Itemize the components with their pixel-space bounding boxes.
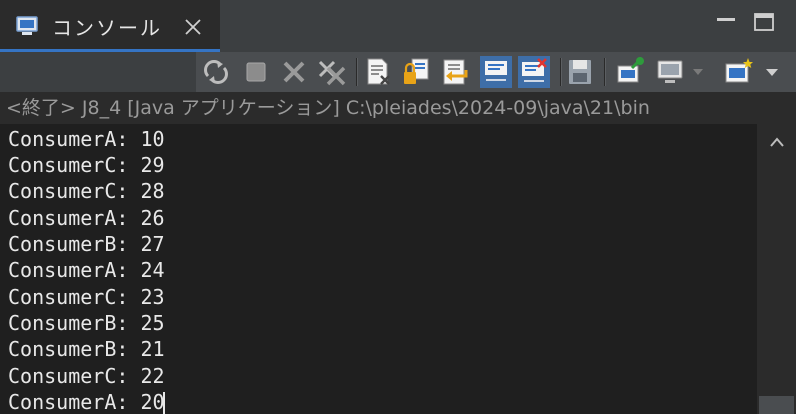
- text-caret: [163, 392, 165, 414]
- toolbar-separator: [560, 58, 562, 86]
- maximize-icon[interactable]: [752, 10, 776, 34]
- word-wrap-icon[interactable]: [440, 56, 472, 88]
- console-output[interactable]: ConsumerA: 10 ConsumerC: 29 ConsumerC: 2…: [0, 124, 757, 414]
- save-output-icon[interactable]: [564, 56, 596, 88]
- pin-sync-icon[interactable]: [200, 56, 232, 88]
- clear-console-icon[interactable]: [362, 56, 394, 88]
- toolbar-separator: [604, 58, 606, 86]
- chevron-up-icon[interactable]: [769, 136, 785, 148]
- display-console-icon[interactable]: [654, 56, 686, 88]
- minimize-icon[interactable]: [714, 10, 738, 34]
- console-line: ConsumerA: 26: [8, 206, 165, 230]
- console-line: ConsumerC: 29: [8, 153, 165, 177]
- show-on-stderr-icon[interactable]: [518, 56, 550, 88]
- console-line: ConsumerC: 22: [8, 364, 165, 388]
- vertical-scrollbar[interactable]: [757, 124, 796, 414]
- stop-icon[interactable]: [240, 56, 272, 88]
- console-icon: [16, 16, 38, 35]
- console-line: ConsumerC: 28: [8, 179, 165, 203]
- close-icon[interactable]: [184, 18, 202, 36]
- pin-console-icon[interactable]: [614, 56, 646, 88]
- console-line: ConsumerB: 25: [8, 311, 165, 335]
- console-line: ConsumerB: 21: [8, 337, 165, 361]
- console-view: コンソール <終了> J8_4 [Java アプリケーション] C:\pleia…: [0, 0, 796, 414]
- console-line: ConsumerA: 10: [8, 127, 165, 151]
- show-on-stdout-icon[interactable]: [480, 56, 512, 88]
- scroll-lock-icon[interactable]: [400, 56, 432, 88]
- console-line: ConsumerA: 20: [8, 390, 165, 414]
- open-console-icon[interactable]: [722, 56, 754, 88]
- remove-launch-icon[interactable]: [278, 56, 310, 88]
- chevron-down-icon[interactable]: [690, 56, 706, 88]
- console-toolbar: [0, 52, 796, 92]
- console-line: ConsumerC: 23: [8, 285, 165, 309]
- remove-all-icon[interactable]: [316, 56, 348, 88]
- toolbar-separator: [356, 58, 358, 86]
- tab-bar: コンソール: [0, 0, 796, 52]
- tab-console[interactable]: コンソール: [0, 0, 220, 52]
- chevron-down-icon[interactable]: [762, 56, 782, 88]
- scroll-thumb[interactable]: [759, 396, 794, 414]
- console-line: ConsumerB: 27: [8, 232, 165, 256]
- launch-description: <終了> J8_4 [Java アプリケーション] C:\pleiades\20…: [0, 92, 796, 124]
- tab-label: コンソール: [52, 16, 162, 40]
- console-line: ConsumerA: 24: [8, 258, 165, 282]
